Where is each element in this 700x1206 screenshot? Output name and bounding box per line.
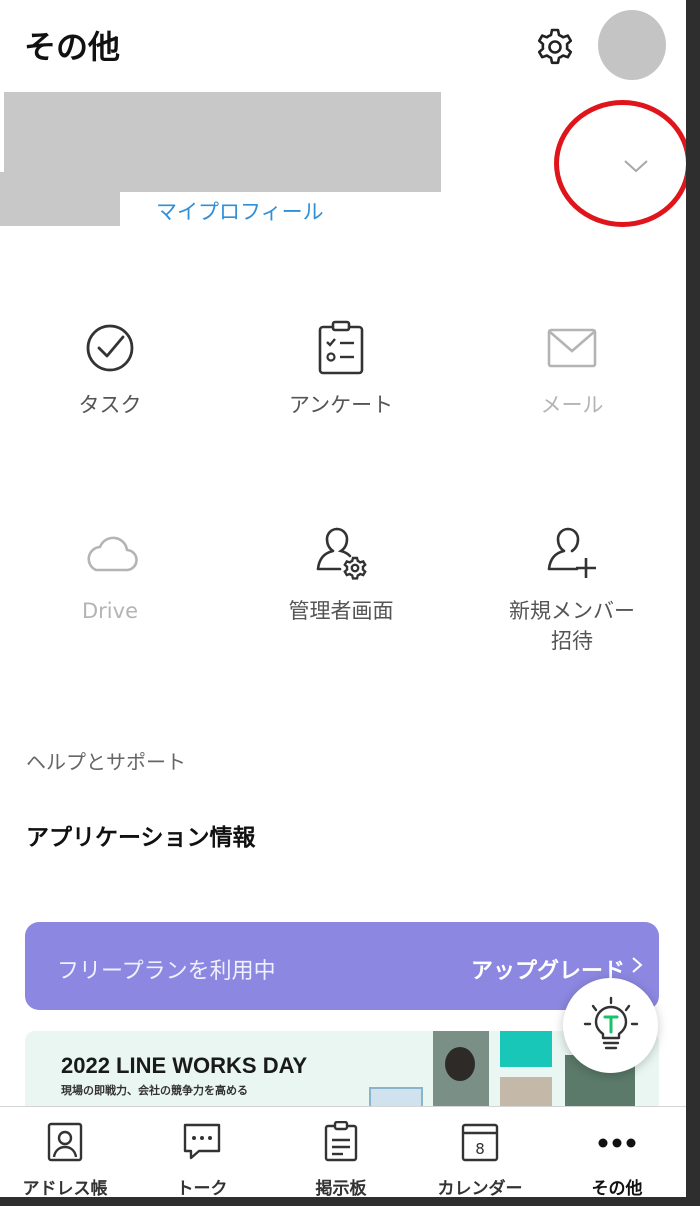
app-task[interactable]: タスク [20, 318, 200, 420]
tab-label: 掲示板 [315, 1179, 367, 1197]
app-admin[interactable]: 管理者画面 [251, 524, 431, 626]
admin-user-gear-icon [316, 527, 367, 580]
redacted-profile-detail [0, 172, 120, 226]
chat-bubble-icon [183, 1123, 221, 1160]
calendar-day-number: 8 [475, 1140, 485, 1158]
promo-title: 2022 LINE WORKS DAY [61, 1053, 308, 1078]
app-info-link[interactable]: アプリケーション情報 [26, 818, 256, 852]
avatar[interactable] [598, 10, 666, 80]
tab-talk[interactable]: トーク [142, 1107, 262, 1197]
board-clipboard-icon [324, 1121, 358, 1162]
tab-label: アドレス帳 [22, 1179, 108, 1197]
app-invite-member[interactable]: 新規メンバー 招待 [482, 524, 662, 656]
app-label: Drive [82, 599, 138, 623]
cloud-icon [87, 536, 138, 572]
tab-label: トーク [176, 1179, 228, 1197]
settings-button[interactable] [534, 26, 576, 68]
tab-label: その他 [591, 1179, 643, 1197]
app-label: アンケート [288, 393, 394, 417]
app-survey[interactable]: アンケート [251, 318, 431, 420]
promo-decor-block [500, 1031, 552, 1067]
mail-envelope-icon [547, 328, 597, 368]
more-dots-icon [598, 1138, 636, 1148]
app-label: 管理者画面 [288, 599, 394, 623]
lightbulb-icon [583, 996, 638, 1049]
promo-photo [433, 1031, 489, 1111]
tab-board[interactable]: 掲示板 [281, 1107, 401, 1197]
app-label: メール [540, 393, 604, 417]
address-book-icon [47, 1122, 83, 1162]
app-drive[interactable]: Drive [20, 524, 200, 626]
promo-banner[interactable]: 2022 LINE WORKS DAY 現場の即戦力、会社の競争力を高める [25, 1031, 659, 1111]
gear-icon [537, 28, 573, 65]
page-title: その他 [24, 28, 121, 66]
plan-upgrade-banner[interactable]: フリープランを利用中 アップグレード [25, 922, 659, 1010]
chevron-right-icon [632, 957, 643, 973]
tab-calendar[interactable]: 8 カレンダー [420, 1107, 540, 1197]
screen: その他 マイプロフィール タスク アンケート メール Drive 管理者画面 新… [0, 0, 686, 1197]
chevron-down-icon [624, 160, 648, 173]
help-support-link[interactable]: ヘルプとサポート [26, 746, 186, 775]
promo-subtitle: 現場の即戦力、会社の競争力を高める [61, 1084, 248, 1097]
app-label: タスク [78, 393, 142, 417]
survey-clipboard-icon [318, 320, 364, 375]
invite-user-plus-icon [547, 527, 596, 578]
tab-address-book[interactable]: アドレス帳 [5, 1107, 125, 1197]
tab-more[interactable]: その他 [557, 1107, 677, 1197]
bottom-tab-bar: アドレス帳 トーク 掲示板 8 カレンダー その他 [0, 1106, 686, 1197]
profile-expand-button[interactable] [614, 150, 658, 182]
tab-label: カレンダー [437, 1179, 523, 1197]
task-check-icon [86, 324, 134, 372]
plan-status-text: フリープランを利用中 [57, 959, 276, 984]
tips-button[interactable] [563, 978, 658, 1073]
my-profile-link[interactable]: マイプロフィール [156, 196, 324, 226]
calendar-icon: 8 [461, 1123, 499, 1162]
app-mail[interactable]: メール [482, 318, 662, 420]
app-label: 新規メンバー 招待 [509, 599, 635, 653]
